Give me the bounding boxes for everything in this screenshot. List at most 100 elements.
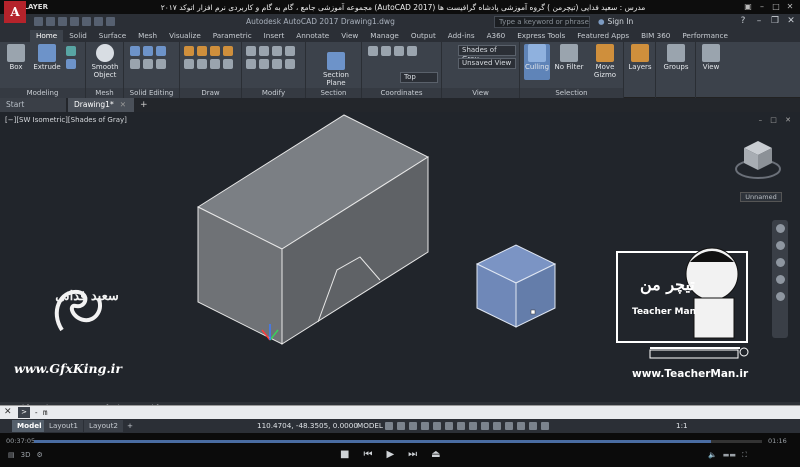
tab-output[interactable]: Output [405, 30, 442, 42]
mirror-icon[interactable] [246, 59, 256, 69]
restore-window-icon[interactable]: ❐ [770, 16, 780, 26]
tab-solid[interactable]: Solid [63, 30, 93, 42]
tab-layout2[interactable]: Layout2 [84, 420, 124, 432]
fillet-edge-icon[interactable] [143, 59, 153, 69]
isodraft-icon[interactable] [433, 422, 441, 430]
scale-icon[interactable] [285, 59, 295, 69]
loft-icon[interactable] [66, 59, 76, 69]
tab-drawing1[interactable]: Drawing1* ✕ [68, 98, 134, 112]
line-icon[interactable] [184, 46, 194, 56]
plot-icon[interactable] [82, 17, 91, 26]
tab-featured-apps[interactable]: Featured Apps [571, 30, 635, 42]
seek-bar[interactable] [34, 440, 762, 443]
tab-view[interactable]: View [335, 30, 364, 42]
redo-icon[interactable] [106, 17, 115, 26]
gizmo-status-icon[interactable] [517, 422, 525, 430]
layers-button[interactable]: Layers [626, 44, 654, 71]
tab-home[interactable]: Home [30, 30, 64, 42]
tab-performance[interactable]: Performance [676, 30, 734, 42]
fillet-icon[interactable] [259, 59, 269, 69]
ucs-face-icon[interactable] [407, 46, 417, 56]
new-icon[interactable] [34, 17, 43, 26]
viewcube[interactable] [735, 141, 781, 179]
steering-wheel-icon[interactable] [775, 224, 785, 233]
tab-layout1[interactable]: Layout1 [44, 420, 84, 432]
volume-icon[interactable]: 🔈 [708, 451, 717, 460]
customize-icon[interactable]: ✕ [4, 407, 12, 417]
zoom-icon[interactable] [775, 258, 785, 267]
transparency-icon[interactable] [493, 422, 501, 430]
undo-icon[interactable] [94, 17, 103, 26]
save-icon[interactable] [58, 17, 67, 26]
tab-insert[interactable]: Insert [258, 30, 291, 42]
polyline-icon[interactable] [197, 46, 207, 56]
move-gizmo-button[interactable]: Move Gizmo [588, 44, 622, 79]
settings-icon[interactable]: ⚙ [36, 451, 42, 459]
rectangle-icon[interactable] [184, 59, 194, 69]
ucs-origin-icon[interactable] [394, 46, 404, 56]
section-plane-button[interactable]: Section Plane [316, 52, 356, 87]
new-tab-icon[interactable]: + [136, 98, 152, 112]
box-button[interactable]: Box [4, 44, 28, 71]
previous-icon[interactable]: ⏮ [363, 449, 372, 460]
model-space-toggle[interactable]: MODEL [357, 420, 383, 432]
close-icon[interactable]: ✕ [784, 2, 796, 12]
minimize-icon[interactable]: – [756, 2, 768, 12]
command-line[interactable]: ✕ > - m [0, 405, 800, 419]
revolve-icon[interactable] [66, 46, 76, 56]
model-scene[interactable]: تیچر من Teacher Man [0, 112, 800, 402]
subtract-icon[interactable] [143, 46, 153, 56]
3d-icon[interactable]: 3D [21, 451, 31, 459]
sign-in-button[interactable]: Sign In [598, 17, 634, 26]
trim-icon[interactable] [272, 46, 282, 56]
pin-icon[interactable]: ▣ [742, 2, 754, 12]
tab-express-tools[interactable]: Express Tools [511, 30, 571, 42]
showmotion-icon[interactable] [775, 292, 785, 301]
ucs-status[interactable]: Unnamed [740, 192, 782, 202]
selection-cycling-icon[interactable] [505, 422, 513, 430]
tab-bim-360[interactable]: BIM 360 [635, 30, 676, 42]
shell-icon[interactable] [156, 59, 166, 69]
copy-icon[interactable] [285, 46, 295, 56]
culling-button[interactable]: Culling [524, 44, 550, 80]
move-icon[interactable] [246, 46, 256, 56]
viewport-window-controls[interactable]: – □ ✕ [759, 116, 794, 124]
viewport-label[interactable]: [−][SW Isometric][Shades of Gray] [5, 116, 127, 124]
search-input[interactable]: Type a keyword or phrase [494, 16, 590, 28]
tab-annotate[interactable]: Annotate [290, 30, 335, 42]
grid-icon[interactable] [385, 422, 393, 430]
lineweight-icon[interactable] [481, 422, 489, 430]
tab-model[interactable]: Model [12, 420, 47, 432]
tab-add-ins[interactable]: Add-ins [442, 30, 481, 42]
groups-button[interactable]: Groups [659, 44, 693, 71]
tab-visualize[interactable]: Visualize [163, 30, 207, 42]
application-menu-button[interactable]: A [4, 1, 26, 23]
save-as-icon[interactable] [70, 17, 79, 26]
smooth-object-button[interactable]: Smooth Object [88, 44, 122, 79]
osnap-icon[interactable] [445, 422, 453, 430]
tab-mesh[interactable]: Mesh [132, 30, 163, 42]
stretch-icon[interactable] [272, 59, 282, 69]
command-input[interactable]: - m [34, 408, 48, 417]
tab-a360[interactable]: A360 [481, 30, 512, 42]
eject-icon[interactable]: ⏏ [431, 449, 440, 460]
arc-icon[interactable] [223, 46, 233, 56]
ortho-icon[interactable] [409, 422, 417, 430]
add-layout-icon[interactable]: + [122, 420, 138, 432]
slice-icon[interactable] [130, 59, 140, 69]
tab-manage[interactable]: Manage [364, 30, 405, 42]
ellipse-icon[interactable] [197, 59, 207, 69]
orbit-icon[interactable] [775, 275, 785, 284]
open-file-icon[interactable]: ▤ [8, 451, 15, 459]
ucs-dropdown[interactable]: Top [400, 72, 438, 83]
tab-surface[interactable]: Surface [93, 30, 132, 42]
polygon-icon[interactable] [223, 59, 233, 69]
open-icon[interactable] [46, 17, 55, 26]
maximize-icon[interactable]: □ [770, 2, 782, 12]
tab-parametric[interactable]: Parametric [207, 30, 258, 42]
next-icon[interactable]: ⏭ [408, 449, 417, 460]
extrude-button[interactable]: Extrude [32, 44, 62, 71]
snap-icon[interactable] [397, 422, 405, 430]
close-tab-icon[interactable]: ✕ [120, 100, 126, 109]
close-window-icon[interactable]: ✕ [786, 16, 796, 26]
